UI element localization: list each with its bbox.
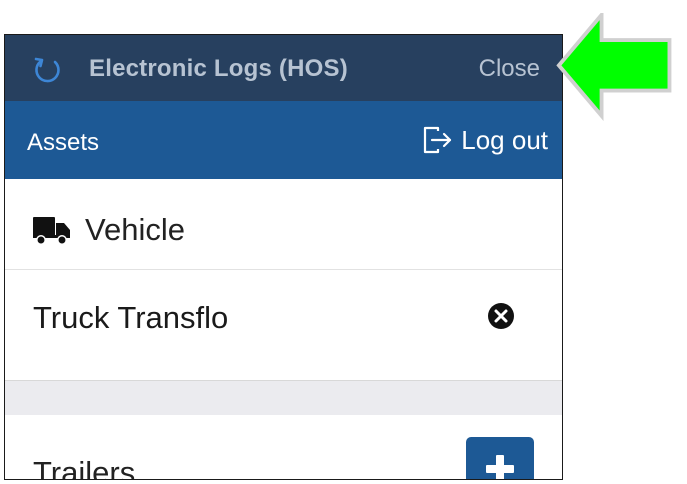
trailers-section-title: Trailers <box>33 455 136 480</box>
vehicle-list-item[interactable]: Truck Transflo <box>5 270 562 381</box>
app-title: Electronic Logs (HOS) <box>89 55 348 82</box>
screenshot-stage: Electronic Logs (HOS) Close Assets Log o… <box>0 0 687 484</box>
add-trailer-button[interactable] <box>466 437 534 479</box>
vehicle-section-title: Vehicle <box>85 212 185 247</box>
close-circle-icon[interactable] <box>487 302 515 330</box>
assets-title: Assets <box>27 129 100 156</box>
vehicle-name: Truck Transflo <box>33 300 229 335</box>
close-button[interactable]: Close <box>479 55 540 83</box>
app-window: Electronic Logs (HOS) Close Assets Log o… <box>4 34 563 480</box>
arrow-left-icon <box>556 13 672 121</box>
section-divider <box>5 381 562 415</box>
logout-icon <box>424 126 452 154</box>
refresh-icon[interactable] <box>31 53 63 85</box>
assets-content: Vehicle Truck Transflo Trailers <box>5 179 562 480</box>
truck-icon <box>33 217 70 245</box>
assets-bar: Assets Log out <box>5 101 562 179</box>
title-bar: Electronic Logs (HOS) Close <box>5 35 562 101</box>
vehicle-section-header: Vehicle <box>5 179 562 270</box>
logout-button[interactable]: Log out <box>421 123 548 157</box>
plus-icon <box>486 455 514 479</box>
logout-label: Log out <box>461 124 548 155</box>
trailers-section-header: Trailers <box>5 415 562 480</box>
